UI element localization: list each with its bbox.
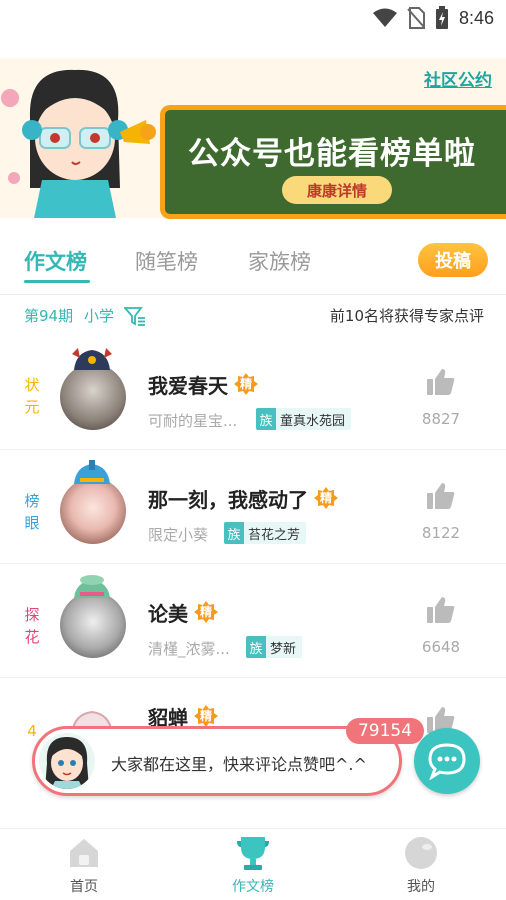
crown-icon [74, 460, 110, 484]
featured-badge-icon: 精 [234, 373, 258, 395]
essay-title[interactable]: 论美精 [148, 598, 218, 627]
submit-button[interactable]: 投稿 [418, 243, 488, 277]
bottom-nav: 首页 作文榜 我的 [0, 828, 506, 900]
home-icon [70, 839, 98, 867]
no-sim-icon [407, 7, 425, 29]
grade-level-filter[interactable]: 小学 [84, 305, 114, 326]
battery-charging-icon [435, 6, 448, 29]
avatar[interactable] [58, 348, 130, 430]
list-item[interactable]: 探花 论美精 清槿_浓雾... 族梦新 6648 [0, 564, 506, 678]
list-item[interactable]: 状元 我爱春天精 可耐的星宝... 族童真水苑园 8827 [0, 336, 506, 450]
issue-number: 第94期 [24, 307, 74, 325]
comment-count-badge: 79154 [346, 718, 424, 744]
filter-icon[interactable] [124, 306, 146, 326]
crown-icon [72, 348, 112, 370]
nav-essay-ranking[interactable]: 作文榜 [203, 829, 303, 900]
filter-row: 第94期 小学 前10名将获得专家点评 [0, 305, 506, 329]
like-count: 8122 [421, 524, 461, 542]
thumbs-up-icon[interactable] [426, 368, 456, 396]
expert-review-notice: 前10名将获得专家点评 [329, 307, 484, 325]
author-name[interactable]: 限定小葵 [148, 524, 208, 545]
family-tag[interactable]: 族童真水苑园 [256, 408, 352, 430]
featured-badge-icon: 精 [194, 705, 218, 727]
active-tab-indicator [24, 280, 90, 283]
author-name[interactable]: 清槿_浓雾... [148, 638, 230, 659]
tabs-divider [0, 294, 506, 295]
status-bar: 8:46 [0, 0, 506, 36]
rank-label: 状元 [24, 376, 40, 416]
featured-badge-icon: 精 [194, 601, 218, 623]
family-tag[interactable]: 族苔花之芳 [224, 522, 307, 544]
list-item[interactable]: 榜眼 那一刻，我感动了精 限定小葵 族苔花之芳 8122 [0, 450, 506, 564]
avatar[interactable] [58, 575, 130, 658]
trophy-icon [237, 837, 269, 870]
community-rules-link[interactable]: 社区公约 [424, 66, 492, 91]
avatar[interactable] [58, 460, 130, 544]
chat-bubble-icon [428, 743, 466, 780]
essay-title[interactable]: 那一刻，我感动了精 [148, 484, 338, 513]
nav-profile[interactable]: 我的 [371, 829, 471, 900]
family-tag[interactable]: 族梦新 [246, 636, 303, 658]
chat-button[interactable] [414, 728, 480, 794]
clock: 8:46 [458, 7, 494, 28]
crown-icon [74, 575, 110, 598]
rank-label: 榜眼 [24, 492, 40, 532]
rank-label: 探花 [24, 606, 40, 646]
tab-family[interactable]: 家族榜 [248, 246, 311, 276]
mascot-illustration [1, 69, 156, 218]
essay-title[interactable]: 我爱春天精 [148, 370, 258, 399]
banner-headline: 公众号也能看榜单啦 [188, 136, 476, 172]
featured-badge-icon: 精 [314, 487, 338, 509]
tab-essay[interactable]: 作文榜 [24, 246, 87, 276]
profile-icon [405, 837, 437, 869]
author-name[interactable]: 可耐的星宝... [148, 410, 237, 431]
like-count: 6648 [421, 638, 461, 656]
nav-home[interactable]: 首页 [34, 829, 134, 900]
thumbs-up-icon[interactable] [426, 482, 456, 510]
like-count: 8827 [421, 410, 461, 428]
wifi-icon [372, 8, 397, 27]
mascot-avatar [39, 733, 95, 789]
banner-detail-button[interactable]: 康康详情 [282, 176, 392, 204]
thumbs-up-icon[interactable] [426, 596, 456, 624]
toast-message: 大家都在这里，快来评论点赞吧^.^ [111, 755, 367, 774]
tab-notes[interactable]: 随笔榜 [135, 246, 198, 276]
